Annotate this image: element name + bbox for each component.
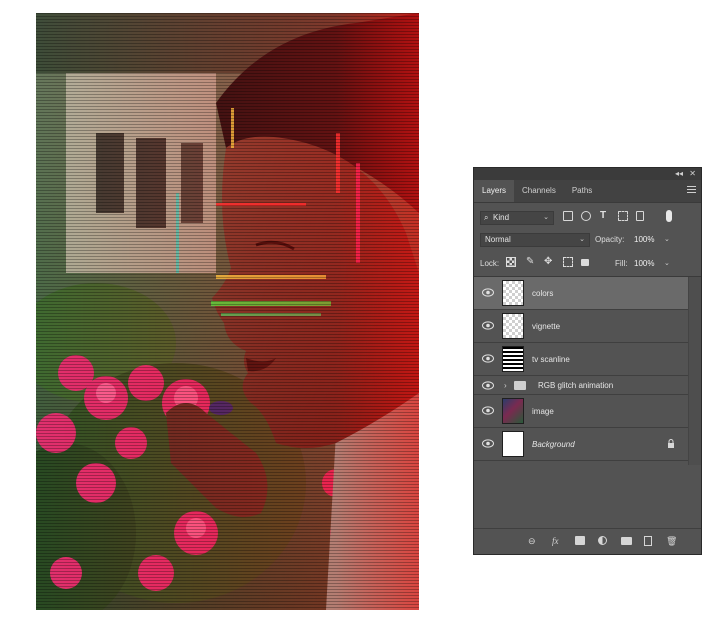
- layer-background[interactable]: Background: [474, 428, 689, 461]
- type-filter-icon[interactable]: T: [600, 210, 606, 222]
- lock-position-icon[interactable]: ✥: [544, 257, 554, 267]
- tab-channels[interactable]: Channels: [514, 180, 564, 202]
- lock-artboard-icon[interactable]: [563, 257, 573, 267]
- layers-scrollbar[interactable]: [688, 277, 701, 465]
- layer-group-rgb-glitch[interactable]: › RGB glitch animation: [474, 376, 689, 395]
- layer-thumbnail[interactable]: [502, 346, 524, 372]
- layer-name[interactable]: tv scanline: [532, 343, 570, 376]
- layer-vignette[interactable]: vignette: [474, 310, 689, 343]
- lock-label: Lock:: [480, 259, 500, 268]
- tab-paths[interactable]: Paths: [564, 180, 600, 202]
- layers-panel: ◂◂ ✕ Layers Channels Paths ⌕ Kind ⌄ T No…: [473, 167, 702, 555]
- panel-menu-icon[interactable]: [687, 186, 696, 194]
- opacity-value[interactable]: 100%: [634, 233, 654, 247]
- layer-name[interactable]: Background: [532, 428, 575, 461]
- filter-kind-label: Kind: [493, 213, 510, 222]
- lock-row: Lock: ✎ ✥ Fill: 100% ⌄: [474, 254, 701, 274]
- trash-icon[interactable]: 🗑: [666, 536, 677, 546]
- layer-tv-scanline[interactable]: tv scanline: [474, 343, 689, 376]
- smart-object-filter-icon[interactable]: [636, 211, 644, 221]
- blend-mode-value: Normal: [485, 235, 511, 244]
- visibility-eye-icon[interactable]: [482, 288, 494, 297]
- filter-kind-dropdown[interactable]: ⌕ Kind ⌄: [480, 211, 554, 225]
- new-layer-icon[interactable]: [644, 536, 652, 546]
- tab-layers[interactable]: Layers: [474, 180, 515, 202]
- folder-icon[interactable]: [621, 537, 632, 545]
- artwork-image: [36, 13, 419, 610]
- blend-row: Normal ⌄ Opacity: 100% ⌄: [474, 230, 701, 250]
- document-canvas[interactable]: [36, 13, 419, 610]
- chevron-down-icon: ⌄: [579, 236, 585, 243]
- lock-transparent-icon[interactable]: [506, 257, 516, 267]
- visibility-eye-icon[interactable]: [482, 321, 494, 330]
- opacity-chevron-icon[interactable]: ⌄: [664, 233, 670, 247]
- layer-name[interactable]: RGB glitch animation: [538, 376, 613, 395]
- link-icon[interactable]: ⊖: [528, 536, 536, 546]
- folder-icon: [514, 381, 526, 390]
- filter-row: ⌕ Kind ⌄ T: [474, 208, 701, 228]
- mask-icon[interactable]: [575, 536, 585, 545]
- visibility-eye-icon[interactable]: [482, 439, 494, 448]
- adjustment-filter-icon[interactable]: [581, 211, 591, 221]
- layer-name[interactable]: image: [532, 395, 554, 428]
- visibility-eye-icon[interactable]: [482, 354, 494, 363]
- adjustment-icon[interactable]: [598, 536, 607, 545]
- panel-title-bar: ◂◂ ✕: [474, 168, 701, 180]
- lock-image-brush-icon[interactable]: ✎: [526, 257, 536, 267]
- chevron-down-icon: ⌄: [543, 214, 549, 221]
- close-icon[interactable]: ✕: [689, 169, 696, 179]
- search-icon: ⌕: [484, 213, 489, 222]
- layer-colors[interactable]: colors: [474, 277, 689, 310]
- shape-filter-icon[interactable]: [618, 211, 628, 221]
- chevron-right-icon[interactable]: ›: [504, 376, 507, 395]
- layer-thumbnail[interactable]: [502, 398, 524, 424]
- layer-name[interactable]: colors: [532, 277, 553, 310]
- layers-bottom-toolbar: ⊖ fx 🗑: [474, 528, 701, 554]
- collapse-icon[interactable]: ◂◂: [675, 169, 683, 179]
- fill-value[interactable]: 100%: [634, 257, 654, 271]
- layer-image[interactable]: image: [474, 395, 689, 428]
- lock-icon[interactable]: [667, 439, 675, 448]
- filter-toggle-icon[interactable]: [666, 210, 672, 222]
- layer-thumbnail[interactable]: [502, 280, 524, 306]
- fill-chevron-icon[interactable]: ⌄: [664, 257, 670, 271]
- fx-icon[interactable]: fx: [552, 536, 559, 546]
- pixel-filter-icon[interactable]: [563, 211, 573, 221]
- fill-label: Fill:: [615, 259, 628, 268]
- blend-mode-dropdown[interactable]: Normal ⌄: [480, 233, 590, 247]
- layer-name[interactable]: vignette: [532, 310, 560, 343]
- layers-list: colors vignette tv scanline › RGB glitch…: [474, 276, 701, 465]
- visibility-eye-icon[interactable]: [482, 406, 494, 415]
- layer-thumbnail[interactable]: [502, 431, 524, 457]
- visibility-eye-icon[interactable]: [482, 381, 494, 390]
- opacity-label: Opacity:: [595, 235, 625, 244]
- lock-all-icon[interactable]: [581, 259, 589, 266]
- panel-tabs: Layers Channels Paths: [474, 180, 701, 203]
- layer-thumbnail[interactable]: [502, 313, 524, 339]
